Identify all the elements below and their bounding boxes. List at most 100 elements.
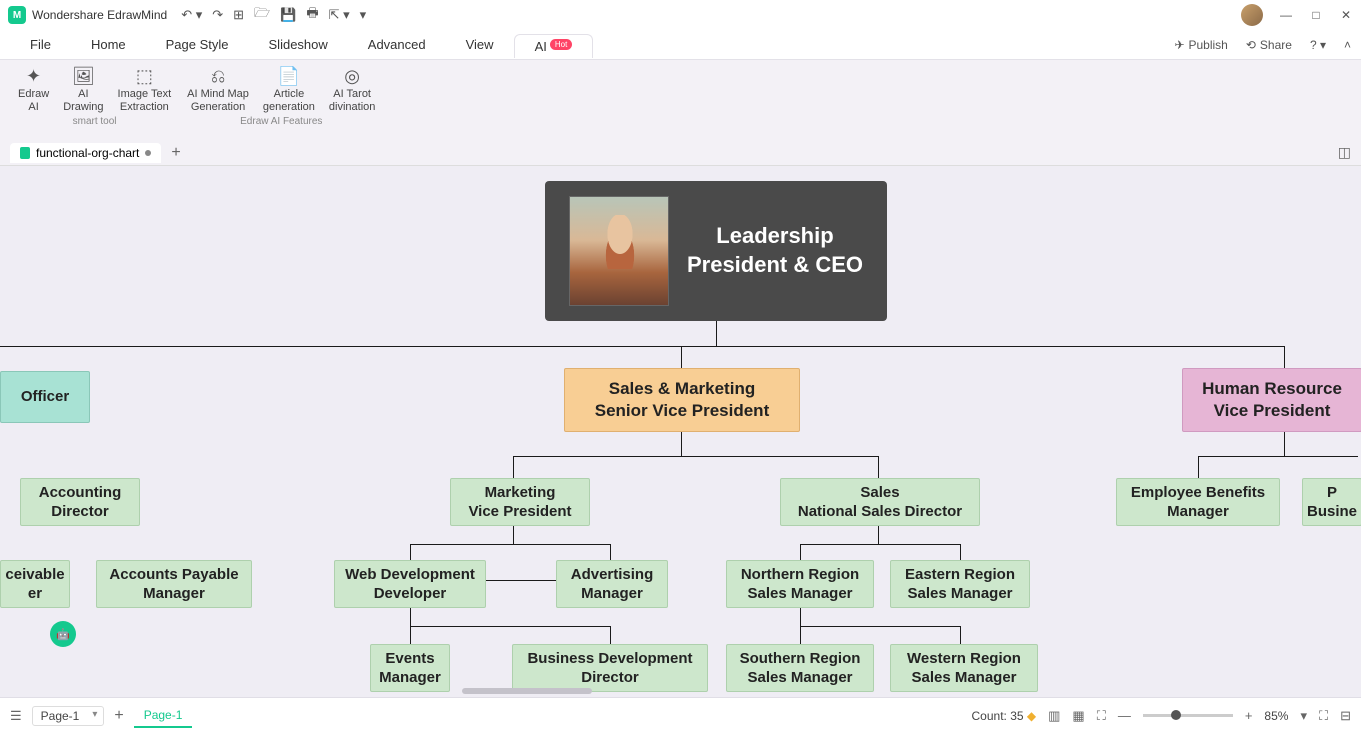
zoom-slider[interactable] — [1143, 714, 1233, 717]
zoom-out-button[interactable]: — — [1118, 708, 1131, 723]
share-button[interactable]: ⟲Share — [1246, 38, 1292, 52]
connector — [513, 456, 514, 478]
menu-view[interactable]: View — [446, 33, 514, 56]
export-icon[interactable]: ⇱ ▾ — [329, 7, 350, 23]
node-line2: Sales Manager — [747, 668, 852, 688]
connector — [878, 456, 879, 478]
node-sales-director[interactable]: Sales National Sales Director — [780, 478, 980, 526]
node-bizdev[interactable]: Business Development Director — [512, 644, 708, 692]
connector — [513, 456, 878, 457]
node-line1: Marketing — [485, 483, 556, 503]
node-line2: Busine — [1307, 502, 1357, 522]
outline-icon[interactable]: ☰ — [10, 708, 22, 724]
connector — [800, 626, 801, 644]
add-tab-button[interactable]: + — [171, 144, 180, 162]
maximize-icon[interactable]: □ — [1309, 8, 1323, 22]
save-icon[interactable]: 💾 — [280, 7, 296, 23]
view-mode-icon[interactable]: ▥ — [1048, 708, 1060, 724]
tool-image-text[interactable]: ⬚Image Text Extraction — [118, 66, 172, 114]
diamond-icon: ◆ — [1027, 709, 1036, 723]
fit-icon[interactable]: ⛶ — [1097, 708, 1106, 724]
node-line1: Sales — [860, 483, 899, 503]
chevron-down-icon[interactable]: ▾ — [1300, 708, 1307, 724]
view-mode-icon-2[interactable]: ▦ — [1072, 708, 1084, 724]
portrait-image — [569, 196, 669, 306]
status-bar: ☰ Page-1 + Page-1 Count: 35 ◆ ▥ ▦ ⛶ — + … — [0, 697, 1361, 733]
canvas[interactable]: Leadership President & CEO Officer Sales… — [0, 166, 1361, 697]
help-button[interactable]: ? ▾ — [1310, 38, 1326, 52]
menu-slideshow[interactable]: Slideshow — [249, 33, 348, 56]
fullscreen-icon[interactable]: ⛶ — [1319, 708, 1328, 724]
more-icon[interactable]: ▾ — [360, 7, 367, 23]
node-advertising[interactable]: Advertising Manager — [556, 560, 668, 608]
user-avatar[interactable] — [1241, 4, 1263, 26]
collapse-icon[interactable]: ⊟ — [1340, 708, 1351, 724]
node-receivable[interactable]: ceivable er — [0, 560, 70, 608]
ribbon: ✦Edraw AI 🖼AI Drawing ⬚Image Text Extrac… — [0, 60, 1361, 140]
add-page-button[interactable]: + — [114, 707, 123, 725]
close-icon[interactable]: ✕ — [1339, 8, 1353, 22]
node-officer[interactable]: Officer — [0, 371, 90, 423]
zoom-in-button[interactable]: + — [1245, 708, 1253, 723]
zoom-level[interactable]: 85% — [1264, 709, 1288, 723]
connector — [410, 608, 411, 626]
node-payable[interactable]: Accounts Payable Manager — [96, 560, 252, 608]
app-title: Wondershare EdrawMind — [32, 8, 167, 22]
document-tabs: functional-org-chart + ◫ — [0, 140, 1361, 166]
tool-article-gen[interactable]: 📄Article generation — [263, 66, 315, 114]
menu-file[interactable]: File — [10, 33, 71, 56]
tool-label: AI Tarot divination — [329, 88, 375, 114]
node-root[interactable]: Leadership President & CEO — [545, 181, 887, 321]
document-tab[interactable]: functional-org-chart — [10, 143, 161, 163]
menu-ai[interactable]: AIHot — [514, 34, 594, 58]
node-line2: Vice President — [1214, 400, 1331, 422]
node-webdev[interactable]: Web Development Developer — [334, 560, 486, 608]
ribbon-group-label: Edraw AI Features — [240, 116, 322, 127]
node-root-line1: Leadership — [687, 222, 863, 251]
node-marketing-vp[interactable]: Marketing Vice President — [450, 478, 590, 526]
minimize-icon[interactable]: — — [1279, 8, 1293, 22]
tool-edraw-ai[interactable]: ✦Edraw AI — [18, 66, 49, 114]
menu-home[interactable]: Home — [71, 33, 146, 56]
node-hr[interactable]: Human Resource Vice President — [1182, 368, 1361, 432]
node-line1: P — [1327, 483, 1337, 503]
connector — [410, 544, 411, 560]
connector — [0, 346, 1285, 347]
node-line2: Sales Manager — [747, 584, 852, 604]
node-benefits[interactable]: Employee Benefits Manager — [1116, 478, 1280, 526]
open-icon[interactable]: 🗁 — [254, 4, 270, 26]
menu-advanced[interactable]: Advanced — [348, 33, 446, 56]
tool-mindmap-gen[interactable]: ⎌AI Mind Map Generation — [187, 66, 249, 114]
tool-ai-drawing[interactable]: 🖼AI Drawing — [63, 66, 103, 114]
menu-page-style[interactable]: Page Style — [146, 33, 249, 56]
node-events[interactable]: Events Manager — [370, 644, 450, 692]
node-west[interactable]: Western Region Sales Manager — [890, 644, 1038, 692]
print-icon[interactable]: 🖶 — [306, 4, 318, 26]
connector — [1198, 456, 1199, 478]
collapse-ribbon-icon[interactable]: ˄ — [1344, 38, 1351, 52]
ai-chat-fab[interactable]: 🤖 — [50, 621, 76, 647]
panel-toggle-icon[interactable]: ◫ — [1338, 144, 1351, 161]
page-tab[interactable]: Page-1 — [134, 704, 193, 728]
node-line2: Manager — [143, 584, 205, 604]
tool-tarot[interactable]: ◎AI Tarot divination — [329, 66, 375, 114]
node-p-busine[interactable]: P Busine — [1302, 478, 1361, 526]
page-selector[interactable]: Page-1 — [32, 706, 105, 726]
node-accounting[interactable]: Accounting Director — [20, 478, 140, 526]
node-south[interactable]: Southern Region Sales Manager — [726, 644, 874, 692]
node-line2: Director — [581, 668, 639, 688]
new-icon[interactable]: ⊞ — [233, 7, 244, 23]
node-line2: er — [28, 584, 42, 604]
tool-label: Edraw AI — [18, 88, 49, 114]
undo-icon[interactable]: ↶ ▾ — [181, 7, 202, 23]
connector — [681, 432, 682, 456]
node-east[interactable]: Eastern Region Sales Manager — [890, 560, 1030, 608]
node-line2: Manager — [581, 584, 643, 604]
node-sales-marketing[interactable]: Sales & Marketing Senior Vice President — [564, 368, 800, 432]
connector — [681, 346, 682, 368]
connector — [800, 544, 801, 560]
publish-button[interactable]: ✈Publish — [1174, 38, 1227, 52]
redo-icon[interactable]: ↷ — [212, 7, 223, 23]
node-north[interactable]: Northern Region Sales Manager — [726, 560, 874, 608]
scrollbar-horizontal[interactable] — [462, 688, 592, 694]
